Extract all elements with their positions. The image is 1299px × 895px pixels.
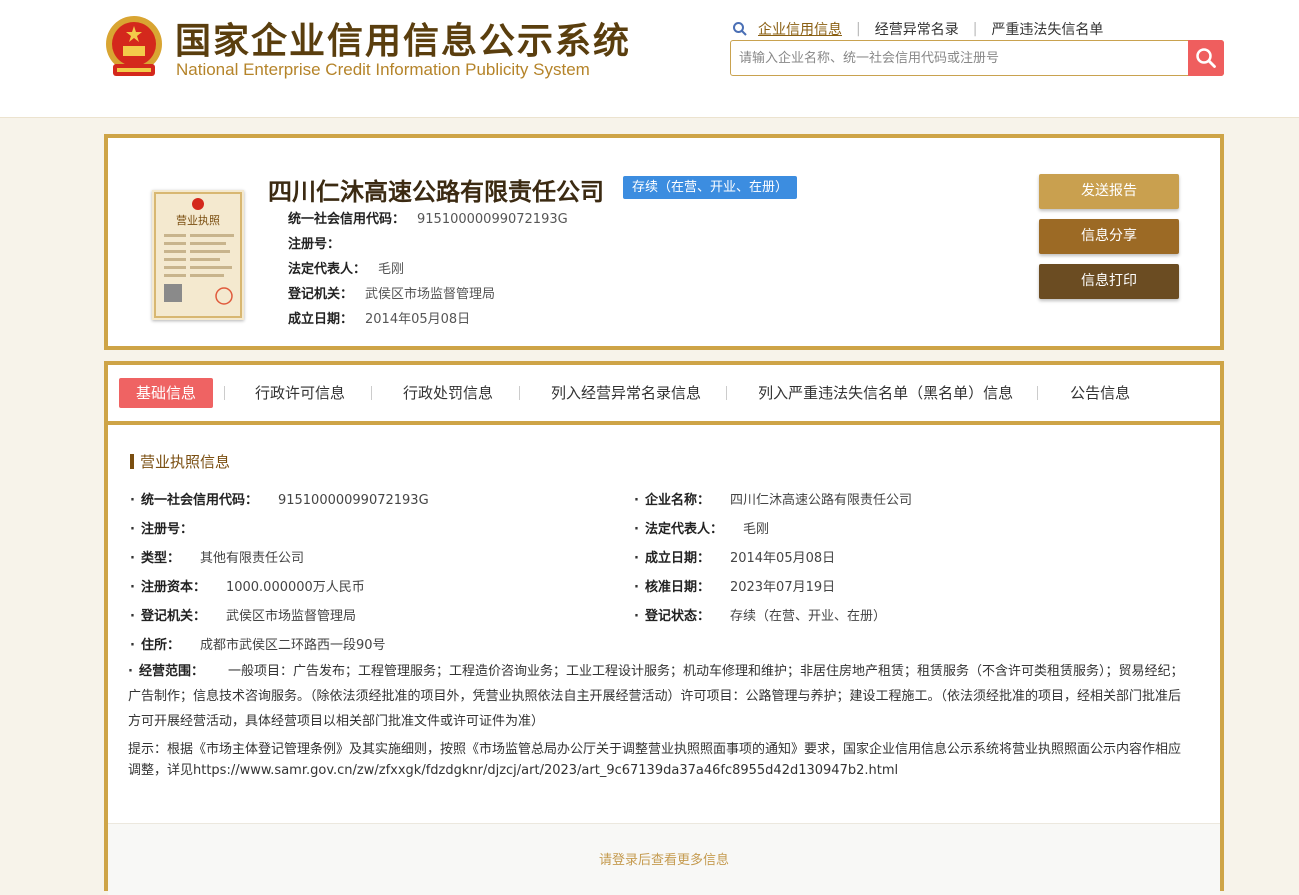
field-established: · 成立日期： 2014年05月08日: [634, 551, 836, 566]
field-credit-code: · 统一社会信用代码： 91510000099072193G: [130, 493, 429, 508]
company-name: 四川仁沐高速公路有限责任公司: [268, 178, 604, 206]
status-badge: 存续（在营、开业、在册）: [623, 176, 798, 199]
field-value: 武侯区市场监督管理局: [225, 609, 356, 624]
field-value: 成都市武侯区二环路西一段90号: [199, 638, 386, 653]
field-label: 注册资本：: [140, 580, 206, 595]
field-value: 2014年05月08日: [729, 551, 836, 566]
field-label: 核准日期：: [644, 580, 710, 595]
field-approval-date: · 核准日期： 2023年07月19日: [634, 580, 836, 595]
field-label: 住所：: [140, 638, 180, 653]
summary-row-legal-rep: 法定代表人： 毛刚: [288, 258, 404, 277]
field-label: 登记机关：: [140, 609, 206, 624]
field-value: 2023年07月19日: [729, 580, 836, 595]
search-button[interactable]: [1188, 40, 1224, 76]
tab-basic-info[interactable]: 基础信息: [119, 378, 214, 408]
summary-row-authority: 登记机关： 武侯区市场监督管理局: [288, 283, 495, 302]
field-value: 毛刚: [742, 522, 769, 537]
site-title-en: National Enterprise Credit Information P…: [176, 60, 590, 79]
field-label: 法定代表人：: [288, 262, 367, 277]
print-info-button[interactable]: 信息打印: [1039, 264, 1179, 299]
field-label: 成立日期：: [288, 312, 354, 327]
summary-row-reg-no: 注册号：: [288, 233, 352, 252]
field-capital: · 注册资本： 1000.000000万人民币: [130, 580, 365, 595]
field-value: 武侯区市场监督管理局: [365, 287, 496, 302]
tab-admin-license[interactable]: 行政许可信息: [255, 378, 345, 408]
field-value: 存续（在营、开业、在册）: [729, 609, 886, 624]
tab-divider: [224, 386, 226, 400]
field-label: 经营范围：: [138, 664, 204, 679]
field-value: 四川仁沐高速公路有限责任公司: [729, 493, 912, 508]
field-label: 注册号：: [140, 522, 193, 537]
field-label: 统一社会信用代码：: [140, 493, 258, 508]
field-value: 其他有限责任公司: [199, 551, 304, 566]
field-label: 法定代表人：: [644, 522, 723, 537]
search-icon: [733, 22, 747, 36]
detail-panel: 基础信息 行政许可信息 行政处罚信息 列入经营异常名录信息 列入严重违法失信名单…: [104, 361, 1224, 895]
summary-row-established: 成立日期： 2014年05月08日: [288, 308, 470, 327]
summary-row-credit-code: 统一社会信用代码： 91510000099072193G: [288, 208, 568, 227]
tab-admin-penalty[interactable]: 行政处罚信息: [403, 378, 493, 408]
login-to-view-more-link[interactable]: 请登录后查看更多信息: [599, 849, 729, 868]
search-box: [730, 40, 1224, 76]
field-value: 91510000099072193G: [417, 212, 568, 227]
site-title-cn: 国家企业信用信息公示系统: [175, 21, 632, 62]
share-info-button[interactable]: 信息分享: [1039, 219, 1179, 254]
field-value: 一般项目：广告发布；工程管理服务；工程造价咨询业务；工业工程设计服务；机动车修理…: [128, 664, 1184, 729]
notice-text: 提示：根据《市场主体登记管理条例》及其实施细则，按照《市场监管总局办公厅关于调整…: [128, 742, 1182, 778]
nav-divider: |: [972, 21, 978, 37]
tab-announcements[interactable]: 公告信息: [1070, 378, 1130, 408]
send-report-button[interactable]: 发送报告: [1039, 174, 1179, 209]
field-value: 毛刚: [378, 262, 405, 277]
site-header: 国家企业信用信息公示系统 National Enterprise Credit …: [0, 0, 1299, 118]
field-value: 1000.000000万人民币: [225, 580, 365, 595]
field-reg-status: · 登记状态： 存续（在营、开业、在册）: [634, 609, 886, 624]
field-label: 统一社会信用代码：: [288, 212, 406, 227]
tab-divider: [1037, 386, 1039, 400]
field-label: 类型：: [140, 551, 180, 566]
national-emblem-icon: [106, 16, 162, 76]
nav-abnormal-list[interactable]: 经营异常名录: [875, 19, 959, 39]
tab-divider: [519, 386, 521, 400]
login-bar: 请登录后查看更多信息: [108, 823, 1220, 895]
field-legal-rep: · 法定代表人： 毛刚: [634, 522, 769, 537]
field-company-name: · 企业名称： 四川仁沐高速公路有限责任公司: [634, 493, 912, 508]
field-type: · 类型： 其他有限责任公司: [130, 551, 304, 566]
field-label: 登记状态：: [644, 609, 710, 624]
field-label: 登记机关：: [288, 287, 354, 302]
field-business-scope: · 经营范围： 一般项目：广告发布；工程管理服务；工程造价咨询业务；工业工程设计服务…: [128, 664, 1184, 729]
section-title: 营业执照信息: [130, 451, 230, 472]
license-image: 营业执照: [154, 192, 242, 318]
section-title-text: 营业执照信息: [140, 453, 231, 471]
company-summary-card: 营业执照 四川仁沐高速公路有限责任公司 存续（在营、开业、在册） 统一社会信用代…: [104, 134, 1224, 350]
business-license-thumbnail[interactable]: 营业执照: [152, 190, 244, 320]
field-address: · 住所： 成都市武侯区二环路西一段90号: [130, 638, 386, 653]
field-label: 注册号：: [288, 237, 341, 252]
tab-divider: [371, 386, 373, 400]
field-label: 成立日期：: [644, 551, 710, 566]
field-reg-no: · 注册号：: [130, 522, 193, 537]
search-input[interactable]: [731, 41, 1188, 75]
field-value: 91510000099072193G: [277, 493, 429, 508]
tab-blacklist[interactable]: 列入严重违法失信名单（黑名单）信息: [758, 378, 1013, 408]
search-icon: [1196, 48, 1216, 68]
tab-bar: 基础信息 行政许可信息 行政处罚信息 列入经营异常名录信息 列入严重违法失信名单…: [108, 365, 1220, 425]
top-nav: 企业信用信息 | 经营异常名录 | 严重违法失信名单: [732, 19, 1103, 39]
tab-abnormal-list[interactable]: 列入经营异常名录信息: [551, 378, 701, 408]
nav-blacklist[interactable]: 严重违法失信名单: [991, 19, 1103, 39]
tab-divider: [726, 386, 728, 400]
license-title: 营业执照: [176, 213, 220, 227]
field-value: 2014年05月08日: [365, 312, 471, 327]
section-title-bar: [130, 454, 134, 469]
nav-divider: |: [856, 21, 861, 37]
nav-enterprise-credit[interactable]: 企业信用信息: [758, 19, 842, 39]
field-authority: · 登记机关： 武侯区市场监督管理局: [130, 609, 356, 624]
field-label: 企业名称：: [644, 493, 710, 508]
